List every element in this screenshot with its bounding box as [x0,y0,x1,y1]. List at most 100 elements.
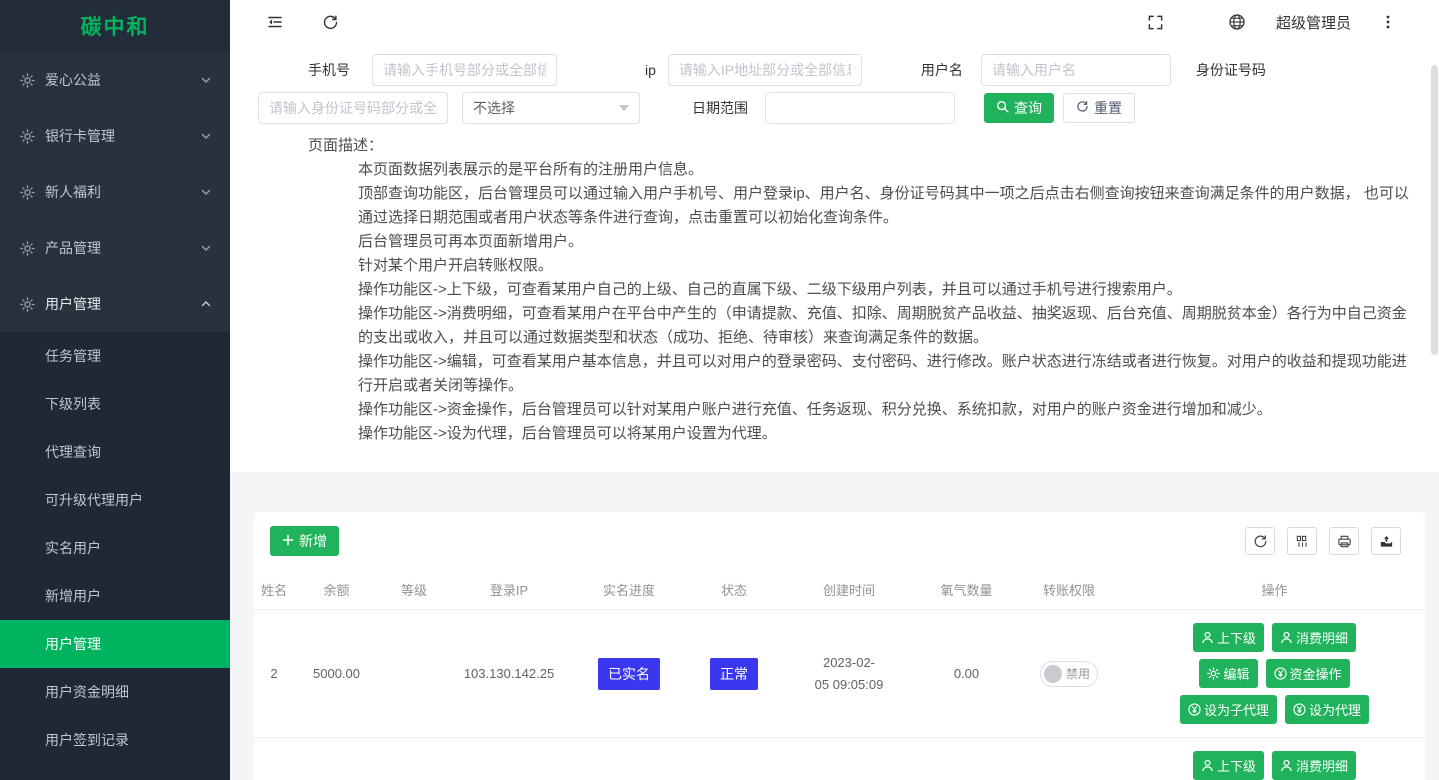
action-icon [1201,631,1214,644]
sidebar-subitem-label: 用户签到记录 [45,730,129,750]
column-header: 姓名 [254,580,294,599]
sidebar-item-label: 银行卡管理 [45,126,115,146]
action-button[interactable]: 上下级 [1193,623,1264,652]
app-logo: 碳中和 [0,0,230,52]
language-globe-icon[interactable] [1224,9,1250,35]
sidebar-item[interactable]: 爱心公益 [0,52,230,108]
table-body: 2 5000.00 103.130.142.25 已实名 正常 2023-02-… [254,610,1425,780]
sidebar-subitem[interactable]: 下级列表 [0,380,230,428]
chevron-down-icon [200,186,212,198]
search-button[interactable]: 查询 [984,93,1054,123]
chevron-up-icon [200,298,212,310]
sidebar-subitem[interactable]: 用户管理 [0,620,230,668]
topbar-right: 超级管理员 [1143,9,1399,35]
user-table-panel: 新增 [254,512,1425,780]
sidebar-subitem-label: 用户资金明细 [45,682,129,702]
phone-input[interactable] [372,54,557,86]
sidebar-subitem-label: 下级列表 [45,394,101,414]
plus-icon [282,533,294,549]
action-button[interactable]: 资金操作 [1266,659,1350,688]
sidebar-item[interactable]: 银行卡管理 [0,108,230,164]
toggle-label: 禁用 [1066,665,1090,682]
action-button[interactable]: 设为子代理 [1180,695,1277,724]
page-description-title: 页面描述： [308,134,1419,158]
column-header: 登录IP [449,580,569,599]
username-input[interactable] [981,54,1171,86]
cell-actions: 上下级 消费明细 编辑 [1167,623,1382,724]
daterange-input[interactable] [765,92,955,124]
table-header-row: 姓名 余额 等级 登录IP 实名进度 状态 创建时间 氧气数量 转账权限 [254,570,1425,610]
column-settings-icon[interactable] [1287,527,1317,555]
sidebar-subitem[interactable]: 代理查询 [0,428,230,476]
action-button[interactable]: 上下级 [1193,751,1264,780]
reset-button[interactable]: 重置 [1063,93,1135,123]
action-icon [1280,759,1293,772]
chevron-down-icon [200,242,212,254]
sidebar-subitem-label: 任务管理 [45,346,101,366]
sidebar-submenu: 任务管理 下级列表 代理查询 可升级代理用户 实名用户 [0,332,230,780]
fullscreen-icon[interactable] [1143,10,1168,35]
cell-balance: 5000.00 [294,666,379,681]
sidebar-item[interactable]: 产品管理 [0,220,230,276]
topbar: 超级管理员 [230,0,1439,44]
transfer-permission-toggle[interactable]: 禁用 [1040,661,1098,687]
scrollbar-thumb[interactable] [1431,65,1438,355]
column-header: 转账权限 [1014,580,1124,599]
print-icon[interactable] [1329,527,1359,555]
gear-icon [20,73,35,88]
idcard-input[interactable] [258,92,448,124]
action-button[interactable]: 消费明细 [1272,623,1356,652]
filter-row-1: 手机号 ip 用户名 身份证号码 [308,54,1419,86]
cell-name: 2 [254,666,294,681]
cell-oxygen: 0.00 [919,666,1014,681]
sidebar-subitem[interactable]: 新增用户 [0,572,230,620]
action-icon [1274,667,1287,680]
ip-label: ip [645,62,656,78]
caret-down-icon [619,105,629,111]
action-button[interactable]: 设为代理 [1285,695,1369,724]
idcard-label: 身份证号码 [1196,60,1266,80]
collapse-sidebar-button[interactable] [262,9,288,35]
sidebar-subitem-label: 代理查询 [45,442,101,462]
gear-icon [20,241,35,256]
add-user-button[interactable]: 新增 [270,526,339,556]
page-description-lines: 本页面数据列表展示的是平台所有的注册用户信息。 顶部查询功能区，后台管理员可以通… [358,158,1410,446]
table-refresh-icon[interactable] [1245,527,1275,555]
cell-actions: 上下级 消费明细 编辑 [1167,751,1382,780]
column-header: 创建时间 [779,580,919,599]
page-description: 页面描述： 本页面数据列表展示的是平台所有的注册用户信息。 顶部查询功能区，后台… [258,134,1419,446]
chevron-down-icon [200,130,212,142]
action-icon [1201,759,1214,772]
action-icon [1293,703,1306,716]
sidebar-subitem-label: 新增用户 [45,586,101,606]
search-icon [996,100,1009,116]
sidebar-subitem[interactable]: 实名用户 [0,524,230,572]
table-row: 2 5000.00 103.130.142.25 已实名 正常 2023-02-… [254,610,1425,738]
more-menu-icon[interactable] [1377,10,1399,34]
current-user[interactable]: 超级管理员 [1276,12,1351,33]
sidebar-item-user-management[interactable]: 用户管理 [0,276,230,332]
account-status-badge: 正常 [710,658,758,690]
ip-input[interactable] [668,54,862,86]
app-root: 碳中和 爱心公益 银行卡管理 [0,0,1439,780]
sidebar-item[interactable]: 新人福利 [0,164,230,220]
refresh-button[interactable] [318,10,343,35]
description-line: 操作功能区->设为代理，后台管理员可以将某用户设置为代理。 [358,422,1410,446]
sidebar-subitem[interactable]: 可升级代理用户 [0,476,230,524]
action-button[interactable]: 消费明细 [1272,751,1356,780]
sidebar-subitem[interactable]: 用户签到记录 [0,716,230,764]
sidebar-subitem-label: 用户管理 [45,634,101,654]
gear-icon [20,129,35,144]
phone-label: 手机号 [308,60,350,80]
sidebar-subitem[interactable]: 用户资金明细 [0,668,230,716]
scrollbar [1431,44,1438,780]
action-icon [1188,703,1201,716]
cell-created-time: 2023-02- 05 09:05:09 [779,652,919,696]
export-icon[interactable] [1371,527,1401,555]
sidebar-subitem[interactable]: 任务管理 [0,332,230,380]
status-select[interactable]: 不选择 [462,92,640,124]
action-button[interactable]: 编辑 [1199,659,1257,688]
description-line: 操作功能区->上下级，可查看某用户自己的上级、自己的直属下级、二级下级用户列表，… [358,278,1410,302]
sidebar-item-label: 产品管理 [45,238,101,258]
sidebar-item-label: 爱心公益 [45,70,101,90]
